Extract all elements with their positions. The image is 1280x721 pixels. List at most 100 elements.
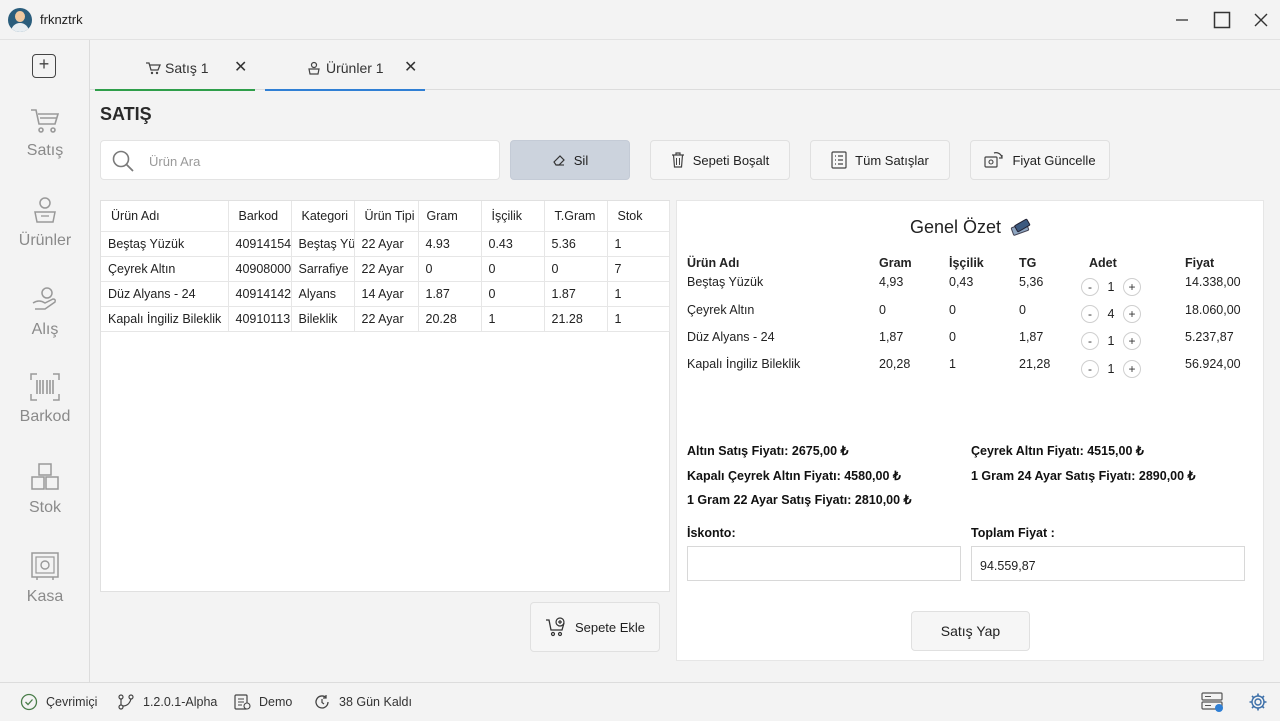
gram-24-ayar-fiyati: 1 Gram 24 Ayar Satış Fiyatı: 2890,00 ₺ (971, 469, 1196, 483)
increment-button[interactable]: + (1123, 278, 1141, 296)
table-cell: 4.93 (418, 231, 482, 257)
table-cell: 5.36 (544, 231, 608, 257)
table-row[interactable]: Düz Alyans - 24 40914142 Alyans 14 Ayar … (101, 281, 670, 307)
boxes-icon (31, 463, 59, 490)
table-cell: 1 (607, 281, 670, 307)
summary-item-iscilik: 0 (949, 330, 956, 344)
sidebar-item-satis[interactable]: Satış (0, 106, 90, 186)
minimize-button[interactable] (1170, 8, 1194, 32)
summary-item-iscilik: 0 (949, 303, 956, 317)
column-header[interactable]: Ürün Adı (101, 201, 229, 232)
tab-underline (265, 89, 425, 91)
table-cell: Bileklik (291, 306, 355, 332)
money-icon (1010, 218, 1031, 236)
price-update-icon (984, 152, 1004, 168)
maximize-icon (1213, 11, 1231, 29)
summary-header: İşçilik (949, 256, 984, 270)
quantity-value: 1 (1107, 362, 1115, 376)
toplam-fiyat-field[interactable]: 94.559,87 (971, 546, 1245, 581)
close-tab-button[interactable]: ✕ (404, 57, 417, 77)
summary-item-name: Çeyrek Altın (687, 303, 755, 317)
column-header[interactable]: Barkod (228, 201, 292, 232)
table-cell: 7 (607, 256, 670, 282)
summary-item-iscilik: 1 (949, 357, 956, 371)
decrement-button[interactable]: - (1081, 360, 1099, 378)
table-cell: 0 (481, 281, 545, 307)
close-icon (1254, 13, 1268, 27)
sil-button[interactable]: Sil (510, 140, 630, 180)
close-window-button[interactable] (1249, 8, 1273, 32)
column-header[interactable]: Ürün Tipi (354, 201, 419, 232)
increment-button[interactable]: + (1123, 360, 1141, 378)
table-cell: 0 (544, 256, 608, 282)
sidebar-item-stok[interactable]: Stok (0, 461, 90, 541)
table-cell: Beştaş Yüzük (101, 231, 229, 257)
cart-icon (31, 109, 60, 133)
table-cell: 40914142 (228, 281, 292, 307)
sidebar-item-urunler[interactable]: Ürünler (0, 194, 90, 274)
sidebar-item-alis[interactable]: Alış (0, 283, 90, 363)
quantity-stepper: - 1 + (1081, 332, 1141, 350)
tum-satislar-button[interactable]: Tüm Satışlar (810, 140, 950, 180)
summary-header: TG (1019, 256, 1037, 270)
status-days-left: 38 Gün Kaldı (313, 683, 412, 721)
table-cell: Düz Alyans - 24 (101, 281, 229, 307)
tab-satis-1[interactable]: Satış 1 ✕ (95, 40, 255, 91)
fiyat-guncelle-label: Fiyat Güncelle (1012, 152, 1096, 168)
search-input[interactable] (149, 151, 479, 171)
sepete-ekle-button[interactable]: Sepete Ekle (530, 602, 660, 652)
sidebar-item-label: Stok (28, 499, 61, 516)
quantity-stepper: - 1 + (1081, 278, 1141, 296)
summary-item-fiyat: 14.338,00 (1185, 275, 1241, 289)
cart-icon (146, 62, 161, 75)
table-cell: Kapalı İngiliz Bileklik (101, 306, 229, 332)
column-header[interactable]: İşçilik (481, 201, 545, 232)
fiyat-guncelle-button[interactable]: Fiyat Güncelle (970, 140, 1110, 180)
table-row[interactable]: Çeyrek Altın 40908000 Sarrafiye 22 Ayar … (101, 256, 670, 282)
sidebar-item-kasa[interactable]: Kasa (0, 550, 90, 630)
sidebar-item-label: Barkod (19, 408, 71, 425)
table-cell: 1.87 (418, 281, 482, 307)
satis-yap-button[interactable]: Satış Yap (911, 611, 1030, 651)
refresh-clock-icon (315, 695, 329, 709)
user-avatar[interactable] (8, 8, 32, 32)
status-online: Çevrimiçi (20, 683, 97, 721)
increment-button[interactable]: + (1123, 332, 1141, 350)
sidebar-item-barkod[interactable]: Barkod (0, 372, 90, 452)
new-tab-button[interactable]: + (32, 54, 56, 78)
check-circle-icon (20, 693, 38, 711)
search-box[interactable] (100, 140, 500, 180)
settings-button[interactable] (1248, 683, 1268, 721)
tab-urunler-1[interactable]: Ürünler 1 ✕ (265, 40, 425, 91)
kapali-ceyrek-fiyati: Kapalı Çeyrek Altın Fiyatı: 4580,00 ₺ (687, 469, 901, 483)
server-icon (1201, 692, 1223, 712)
summary-item-gram: 1,87 (879, 330, 904, 344)
table-cell: Alyans (291, 281, 355, 307)
quantity-value: 4 (1107, 307, 1115, 321)
server-status-button[interactable] (1201, 683, 1225, 721)
summary-header: Fiyat (1185, 256, 1215, 270)
column-header[interactable]: Kategori (291, 201, 355, 232)
column-header[interactable]: Gram (418, 201, 482, 232)
tab-label: Satış 1 (165, 60, 209, 76)
maximize-button[interactable] (1210, 8, 1234, 32)
title-bar: frknztrk (0, 0, 1280, 40)
summary-item-tg: 5,36 (1019, 275, 1044, 289)
sepeti-bosalt-button[interactable]: Sepeti Boşalt (650, 140, 790, 180)
summary-header: Ürün Adı (687, 256, 740, 270)
summary-title: Genel Özet (677, 217, 1265, 238)
decrement-button[interactable]: - (1081, 332, 1099, 350)
table-row[interactable]: Beştaş Yüzük 40914154 Beştaş Yüzük 22 Ay… (101, 231, 670, 257)
close-tab-button[interactable]: ✕ (234, 57, 247, 77)
iskonto-field[interactable] (687, 546, 961, 581)
table-cell: 20.28 (418, 306, 482, 332)
column-header[interactable]: T.Gram (544, 201, 608, 232)
table-row[interactable]: Kapalı İngiliz Bileklik 40910113 Bilekli… (101, 306, 670, 332)
decrement-button[interactable]: - (1081, 278, 1099, 296)
increment-button[interactable]: + (1123, 305, 1141, 323)
summary-item-fiyat: 56.924,00 (1185, 357, 1241, 371)
decrement-button[interactable]: - (1081, 305, 1099, 323)
column-header[interactable]: Stok (607, 201, 670, 232)
status-days-text: 38 Gün Kaldı (339, 695, 412, 709)
products-table-panel: Ürün Adı Barkod Kategori Ürün Tipi Gram … (100, 200, 670, 592)
